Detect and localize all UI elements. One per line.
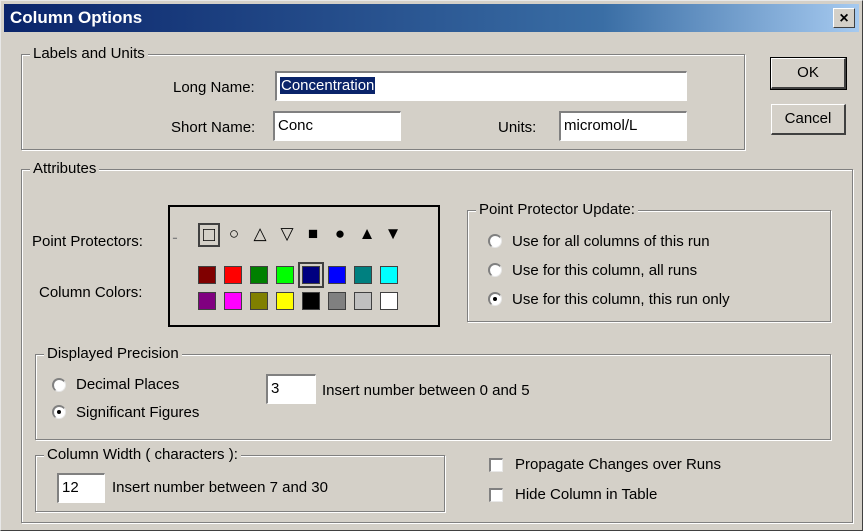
radio-all-columns-this-run-label[interactable]: Use for all columns of this run: [512, 233, 710, 250]
color-swatch[interactable]: [380, 266, 398, 284]
color-swatch[interactable]: [276, 292, 294, 310]
symbol-color-picker: - □ ○ △ ▽ ■ ● ▲ ▼: [168, 205, 440, 327]
color-swatch[interactable]: [302, 292, 320, 310]
color-swatch[interactable]: [250, 266, 268, 284]
color-swatch[interactable]: [276, 266, 294, 284]
radio-this-column-all-runs-label[interactable]: Use for this column, all runs: [512, 262, 697, 279]
radio-significant-figures-label[interactable]: Significant Figures: [76, 404, 199, 421]
displayed-precision-legend: Displayed Precision: [44, 345, 182, 362]
color-swatch[interactable]: [198, 292, 216, 310]
cancel-button[interactable]: Cancel: [771, 104, 846, 135]
color-swatch[interactable]: [328, 266, 346, 284]
precision-hint: Insert number between 0 and 5: [322, 382, 530, 399]
symbol-none[interactable]: -: [165, 229, 185, 247]
color-swatch[interactable]: [298, 262, 324, 288]
symbol-filled-circle[interactable]: ●: [330, 225, 350, 243]
color-swatch[interactable]: [354, 266, 372, 284]
point-protectors-label: Point Protectors:: [32, 233, 143, 250]
hide-column-checkbox[interactable]: [489, 488, 503, 502]
long-name-label: Long Name:: [173, 79, 255, 96]
propagate-changes-checkbox[interactable]: [489, 458, 503, 472]
column-width-input[interactable]: 12: [57, 473, 105, 503]
radio-decimal-places[interactable]: [52, 378, 66, 392]
radio-this-column-all-runs[interactable]: [488, 263, 502, 277]
window-title: Column Options: [10, 8, 143, 27]
symbol-open-circle[interactable]: ○: [224, 225, 244, 243]
long-name-value: Concentration: [280, 77, 376, 94]
units-label: Units:: [498, 119, 537, 136]
color-swatch[interactable]: [198, 266, 216, 284]
propagate-changes-label[interactable]: Propagate Changes over Runs: [515, 456, 721, 473]
symbol-filled-triangle-down[interactable]: ▼: [383, 225, 403, 243]
short-name-field[interactable]: Conc: [273, 111, 401, 141]
radio-significant-figures[interactable]: [52, 405, 66, 419]
close-button[interactable]: ×: [833, 8, 855, 28]
precision-input[interactable]: 3: [266, 374, 316, 404]
column-options-dialog: Column Options × Labels and Units Long N…: [0, 0, 863, 531]
color-swatch[interactable]: [328, 292, 346, 310]
long-name-field[interactable]: Concentration: [275, 71, 687, 101]
symbol-filled-square[interactable]: ■: [303, 225, 323, 243]
radio-decimal-places-label[interactable]: Decimal Places: [76, 376, 179, 393]
labels-units-legend: Labels and Units: [30, 45, 148, 62]
column-colors-label: Column Colors:: [39, 284, 143, 301]
column-width-legend: Column Width ( characters ):: [44, 446, 241, 463]
point-protector-update-legend: Point Protector Update:: [476, 201, 638, 218]
short-name-label: Short Name:: [171, 119, 256, 136]
color-swatch[interactable]: [380, 292, 398, 310]
hide-column-label[interactable]: Hide Column in Table: [515, 486, 657, 503]
radio-this-column-this-run-label[interactable]: Use for this column, this run only: [512, 291, 730, 308]
color-swatch[interactable]: [354, 292, 372, 310]
title-bar: Column Options ×: [4, 4, 859, 32]
symbol-open-triangle-up[interactable]: △: [250, 225, 270, 243]
ok-button[interactable]: OK: [770, 57, 847, 90]
radio-this-column-this-run[interactable]: [488, 292, 502, 306]
radio-all-columns-this-run[interactable]: [488, 234, 502, 248]
symbol-filled-triangle-up[interactable]: ▲: [357, 225, 377, 243]
units-field[interactable]: micromol/L: [559, 111, 687, 141]
symbol-open-triangle-down[interactable]: ▽: [277, 225, 297, 243]
color-swatch[interactable]: [250, 292, 268, 310]
color-swatch[interactable]: [224, 292, 242, 310]
attributes-legend: Attributes: [30, 160, 100, 177]
color-swatch[interactable]: [224, 266, 242, 284]
symbol-open-square[interactable]: □: [198, 223, 220, 247]
column-width-hint: Insert number between 7 and 30: [112, 479, 328, 496]
